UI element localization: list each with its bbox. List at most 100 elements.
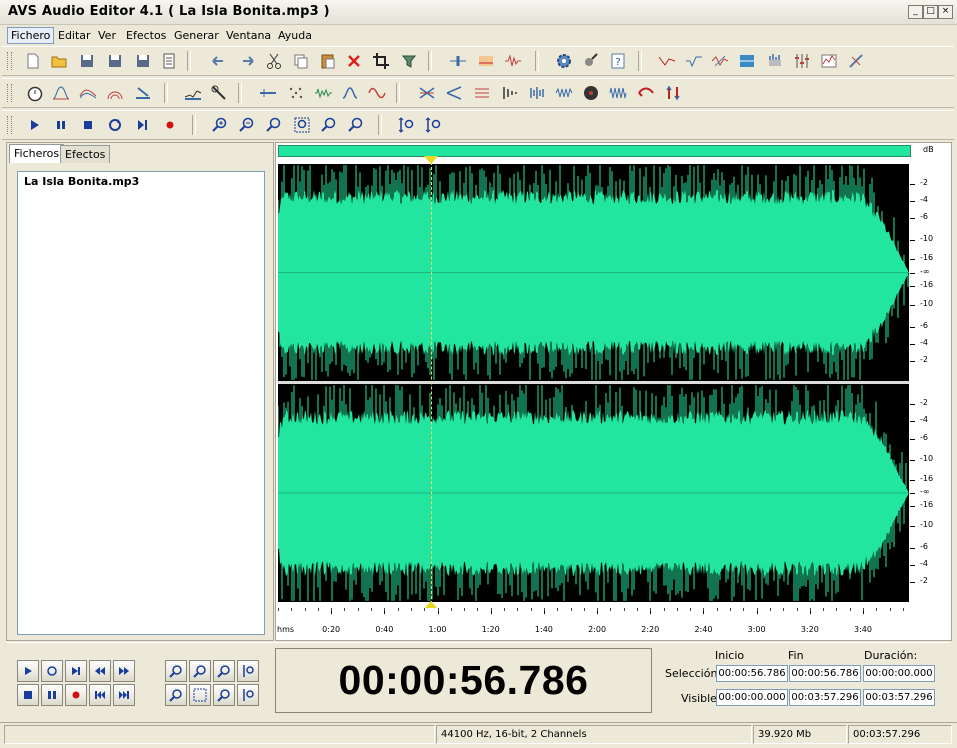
menu-editar[interactable]: Editar: [55, 28, 94, 43]
go-to-end-button[interactable]: [113, 684, 135, 706]
sine-wave-icon[interactable]: [366, 82, 388, 104]
record-setup-icon[interactable]: [580, 50, 602, 72]
waveform-area[interactable]: dB -2 -4 -6 -10 -16 -∞ -16 -10 -6 -4 -2 -2 -4 -6 -10-…: [275, 142, 952, 641]
toolbar-grip[interactable]: [7, 84, 12, 102]
play-to-end-icon[interactable]: [131, 114, 153, 136]
mix-icon[interactable]: [475, 50, 497, 72]
tab-ficheros[interactable]: Ficheros: [9, 144, 65, 163]
cut-icon[interactable]: [263, 50, 285, 72]
save-all-icon[interactable]: [132, 50, 154, 72]
chorus-icon[interactable]: [312, 82, 334, 104]
zoom-selection-button[interactable]: [189, 684, 211, 706]
zoom-out-icon[interactable]: [236, 114, 258, 136]
scatter-icon[interactable]: [285, 82, 307, 104]
overview-bar[interactable]: [278, 145, 911, 157]
undo-icon[interactable]: [208, 50, 230, 72]
selection-end-field[interactable]: 00:00:56.786: [789, 665, 861, 682]
properties-icon[interactable]: [158, 50, 180, 72]
pause-icon[interactable]: [50, 114, 72, 136]
stopwatch-icon[interactable]: [24, 82, 46, 104]
flanger-icon[interactable]: [526, 82, 548, 104]
toolbar-grip[interactable]: [7, 116, 12, 134]
zoom-all-button[interactable]: [213, 684, 235, 706]
stop-button[interactable]: [17, 684, 39, 706]
go-to-start-button[interactable]: [89, 684, 111, 706]
fast-forward-button[interactable]: [113, 660, 135, 682]
waveform-left[interactable]: [278, 164, 909, 381]
echo-icon[interactable]: [499, 82, 521, 104]
delay-icon[interactable]: [471, 82, 493, 104]
loop-icon[interactable]: [104, 114, 126, 136]
compressor-icon[interactable]: [182, 82, 204, 104]
menu-generar[interactable]: Generar: [171, 28, 222, 43]
trim-icon[interactable]: [398, 50, 420, 72]
zoom-vertical-out-icon[interactable]: [422, 114, 444, 136]
play-button[interactable]: [17, 660, 39, 682]
record-icon[interactable]: [159, 114, 181, 136]
amplify-icon[interactable]: [709, 50, 731, 72]
wave-effect-icon[interactable]: [502, 50, 524, 72]
menu-ayuda[interactable]: Ayuda: [275, 28, 315, 43]
delete-icon[interactable]: [343, 50, 365, 72]
zoom-out-button[interactable]: [189, 660, 211, 682]
equalizer-icon[interactable]: [764, 50, 786, 72]
help-icon[interactable]: ?: [607, 50, 629, 72]
tab-efectos[interactable]: Efectos: [60, 145, 111, 163]
insert-silence-icon[interactable]: [447, 50, 469, 72]
record-disc-icon[interactable]: [580, 82, 602, 104]
visible-end-field[interactable]: 00:03:57.296: [789, 689, 861, 706]
zoom-all-icon[interactable]: [345, 114, 367, 136]
selection-duration-field[interactable]: 00:00:00.000: [863, 665, 935, 682]
new-file-icon[interactable]: [22, 50, 44, 72]
tools-icon[interactable]: [208, 82, 230, 104]
zoom-vertical-in-icon[interactable]: [395, 114, 417, 136]
zoom-vertical-out-button[interactable]: [237, 684, 259, 706]
spectrum-icon[interactable]: [818, 50, 840, 72]
curve-icon[interactable]: [77, 82, 99, 104]
toolbar-grip[interactable]: [7, 52, 12, 70]
zoom-in-button[interactable]: [165, 660, 187, 682]
loop-button[interactable]: [41, 660, 63, 682]
paste-icon[interactable]: [317, 50, 339, 72]
zoom-in-icon[interactable]: [209, 114, 231, 136]
zoom-100-button[interactable]: [213, 660, 235, 682]
open-folder-icon[interactable]: [48, 50, 70, 72]
menu-ver[interactable]: Ver: [95, 28, 119, 43]
save-icon[interactable]: [76, 50, 98, 72]
maximize-button[interactable]: □: [923, 5, 938, 19]
save-as-icon[interactable]: [104, 50, 126, 72]
stretch-icon[interactable]: [257, 82, 279, 104]
zoom-100-icon[interactable]: [263, 114, 285, 136]
cross-fade-icon[interactable]: [416, 82, 438, 104]
copy-icon[interactable]: [290, 50, 312, 72]
crop-icon[interactable]: [370, 50, 392, 72]
branch-icon[interactable]: [443, 82, 465, 104]
channel-left[interactable]: [278, 164, 909, 381]
play-icon[interactable]: [23, 114, 45, 136]
play-to-end-button[interactable]: [65, 660, 87, 682]
close-button[interactable]: ×: [938, 5, 953, 19]
stop-icon[interactable]: [77, 114, 99, 136]
fade-in-icon[interactable]: [656, 50, 678, 72]
redo-icon[interactable]: [236, 50, 258, 72]
reverb-icon[interactable]: [104, 82, 126, 104]
rewind-button[interactable]: [89, 660, 111, 682]
phase-icon[interactable]: [339, 82, 361, 104]
selection-start-field[interactable]: 00:00:56.786: [716, 665, 788, 682]
cursor-marker-top[interactable]: [424, 156, 439, 164]
download-arrow-icon[interactable]: [132, 82, 154, 104]
reverse-icon[interactable]: [635, 82, 657, 104]
zoom-vertical-in-button[interactable]: [237, 660, 259, 682]
playback-cursor[interactable]: [431, 157, 433, 609]
noise-removal-icon[interactable]: [845, 50, 867, 72]
menu-efectos[interactable]: Efectos: [123, 28, 169, 43]
list-item[interactable]: La Isla Bonita.mp3: [24, 175, 139, 188]
pause-button[interactable]: [41, 684, 63, 706]
waveform-right[interactable]: [278, 384, 909, 602]
settings-gear-icon[interactable]: [553, 50, 575, 72]
fade-out-icon[interactable]: [683, 50, 705, 72]
channel-right[interactable]: [278, 384, 909, 602]
vibrato-icon[interactable]: [553, 82, 575, 104]
zoom-fit-icon[interactable]: [318, 114, 340, 136]
record-button[interactable]: [65, 684, 87, 706]
